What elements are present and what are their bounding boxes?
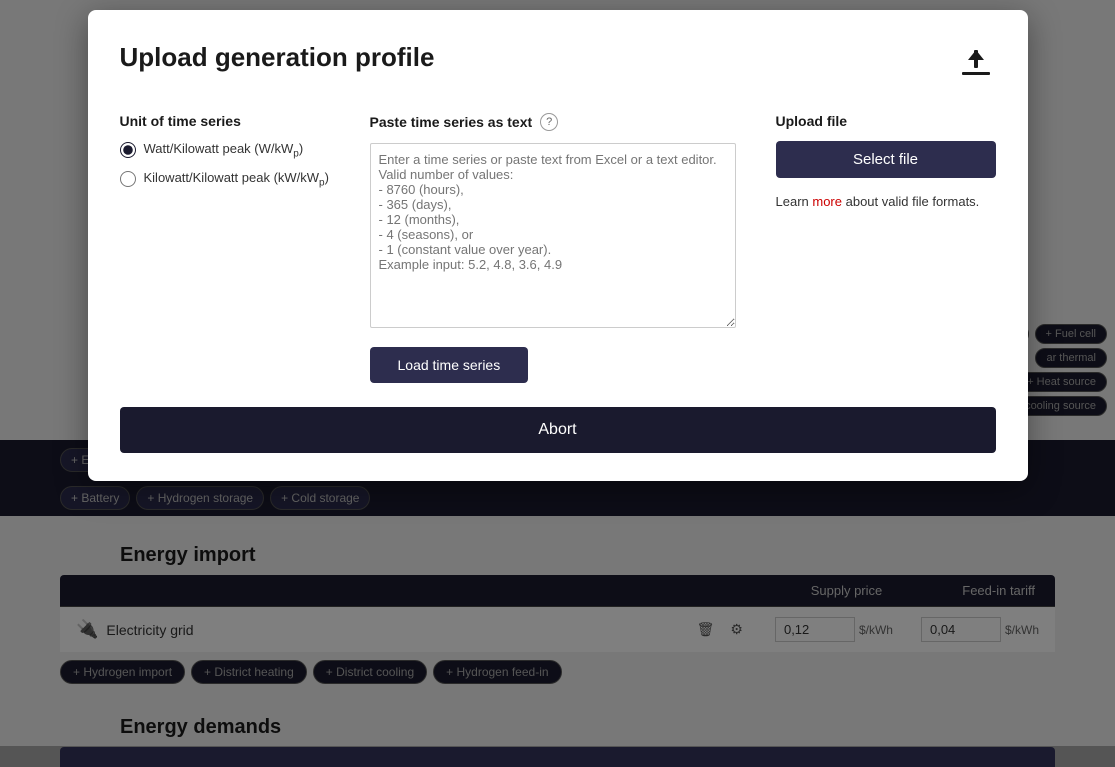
unit-section: Unit of time series Watt/Kilowatt peak (… <box>120 113 330 383</box>
unit-section-label: Unit of time series <box>120 113 330 129</box>
upload-section-label: Upload file <box>776 113 996 129</box>
load-time-series-button[interactable]: Load time series <box>370 347 529 383</box>
select-file-button[interactable]: Select file <box>776 141 996 178</box>
modal-overlay: Upload generation profile Unit of time s… <box>0 0 1115 746</box>
radio-kilowatt-input[interactable] <box>120 171 136 187</box>
modal-header: Upload generation profile <box>120 42 996 85</box>
upload-icon-button[interactable] <box>956 42 996 85</box>
upload-icon <box>960 46 992 78</box>
learn-more-link[interactable]: more <box>812 194 842 209</box>
learn-more-text: Learn more about valid file formats. <box>776 194 996 209</box>
abort-button[interactable]: Abort <box>120 407 996 453</box>
help-icon[interactable]: ? <box>540 113 558 131</box>
radio-kilowatt-label: Kilowatt/Kilowatt peak (kW/kWp) <box>144 170 329 189</box>
paste-section: Paste time series as text ? Load time se… <box>370 113 736 383</box>
radio-kilowatt[interactable]: Kilowatt/Kilowatt peak (kW/kWp) <box>120 170 330 189</box>
radio-watt-input[interactable] <box>120 142 136 158</box>
radio-group: Watt/Kilowatt peak (W/kWp) Kilowatt/Kilo… <box>120 141 330 188</box>
upload-section: Upload file Select file Learn more about… <box>776 113 996 383</box>
paste-textarea[interactable] <box>370 143 736 328</box>
modal-body: Unit of time series Watt/Kilowatt peak (… <box>120 113 996 383</box>
paste-section-label: Paste time series as text <box>370 114 533 130</box>
radio-watt-label: Watt/Kilowatt peak (W/kWp) <box>144 141 304 160</box>
modal-title: Upload generation profile <box>120 42 435 73</box>
radio-watt[interactable]: Watt/Kilowatt peak (W/kWp) <box>120 141 330 160</box>
upload-modal: Upload generation profile Unit of time s… <box>88 10 1028 481</box>
paste-section-header: Paste time series as text ? <box>370 113 736 131</box>
